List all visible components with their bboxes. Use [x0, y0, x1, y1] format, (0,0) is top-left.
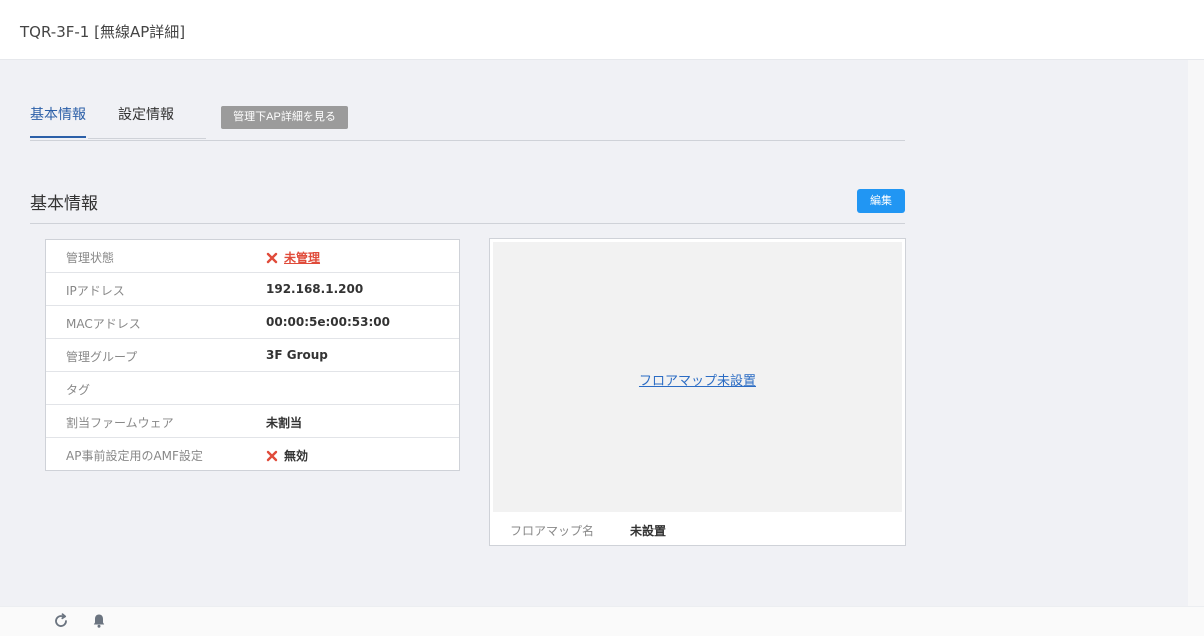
vertical-scrollbar[interactable] — [1188, 60, 1204, 606]
section-title: 基本情報 — [30, 194, 98, 214]
section-divider — [30, 223, 905, 224]
edit-button[interactable]: 編集 — [857, 189, 905, 213]
floor-map-panel: フロアマップ未設置 フロアマップ名 未設置 — [489, 238, 906, 546]
tab-underline — [88, 138, 206, 139]
page-header: TQR-3F-1 [無線AP詳細] — [0, 0, 1204, 60]
info-value: 無効 — [266, 447, 308, 464]
info-value: 00:00:5e:00:53:00 — [266, 315, 390, 329]
info-label: MACアドレス — [66, 317, 141, 331]
management-status-link[interactable]: 未管理 — [284, 249, 320, 266]
info-label: タグ — [66, 383, 91, 397]
bell-icon[interactable] — [90, 612, 108, 630]
info-value: 192.168.1.200 — [266, 282, 364, 296]
info-label: AP事前設定用のAMF設定 — [66, 449, 203, 463]
info-row-management-group: 管理グループ 3F Group — [46, 339, 459, 372]
floor-map-link[interactable]: フロアマップ未設置 — [493, 370, 902, 389]
info-row-management-status: 管理状態 未管理 — [46, 240, 459, 273]
tab-settings-info[interactable]: 設定情報 — [118, 104, 174, 138]
info-value: 未割当 — [266, 416, 303, 430]
info-row-amf-setting: AP事前設定用のAMF設定 無効 — [46, 438, 459, 471]
info-label: 管理状態 — [66, 251, 115, 265]
x-icon — [266, 252, 278, 263]
info-label: 管理グループ — [66, 350, 138, 364]
tab-bar: 基本情報 設定情報 管理下AP詳細を見る — [30, 96, 905, 141]
info-value: 3F Group — [266, 348, 328, 362]
view-managed-ap-button[interactable]: 管理下AP詳細を見る — [221, 106, 348, 129]
info-row-tag: タグ — [46, 372, 459, 405]
page-title: TQR-3F-1 [無線AP詳細] — [20, 23, 186, 41]
x-icon — [266, 450, 278, 461]
info-row-ip-address: IPアドレス 192.168.1.200 — [46, 273, 459, 306]
tab-basic-info[interactable]: 基本情報 — [30, 104, 86, 138]
floor-map-name-label: フロアマップ名 — [510, 524, 595, 538]
info-value: 未管理 — [266, 249, 320, 266]
info-label: 割当ファームウェア — [66, 416, 174, 430]
amf-setting-value: 無効 — [284, 449, 309, 463]
info-row-firmware: 割当ファームウェア 未割当 — [46, 405, 459, 438]
info-row-mac-address: MACアドレス 00:00:5e:00:53:00 — [46, 306, 459, 339]
refresh-icon[interactable] — [52, 612, 70, 630]
floor-map-area: フロアマップ未設置 — [493, 242, 902, 512]
footer-bar — [0, 606, 1204, 636]
info-table: 管理状態 未管理 IPアドレス 192.168.1.200 MACアドレス 00… — [45, 239, 460, 471]
info-label: IPアドレス — [66, 284, 125, 298]
floor-map-name-value: 未設置 — [630, 524, 667, 538]
